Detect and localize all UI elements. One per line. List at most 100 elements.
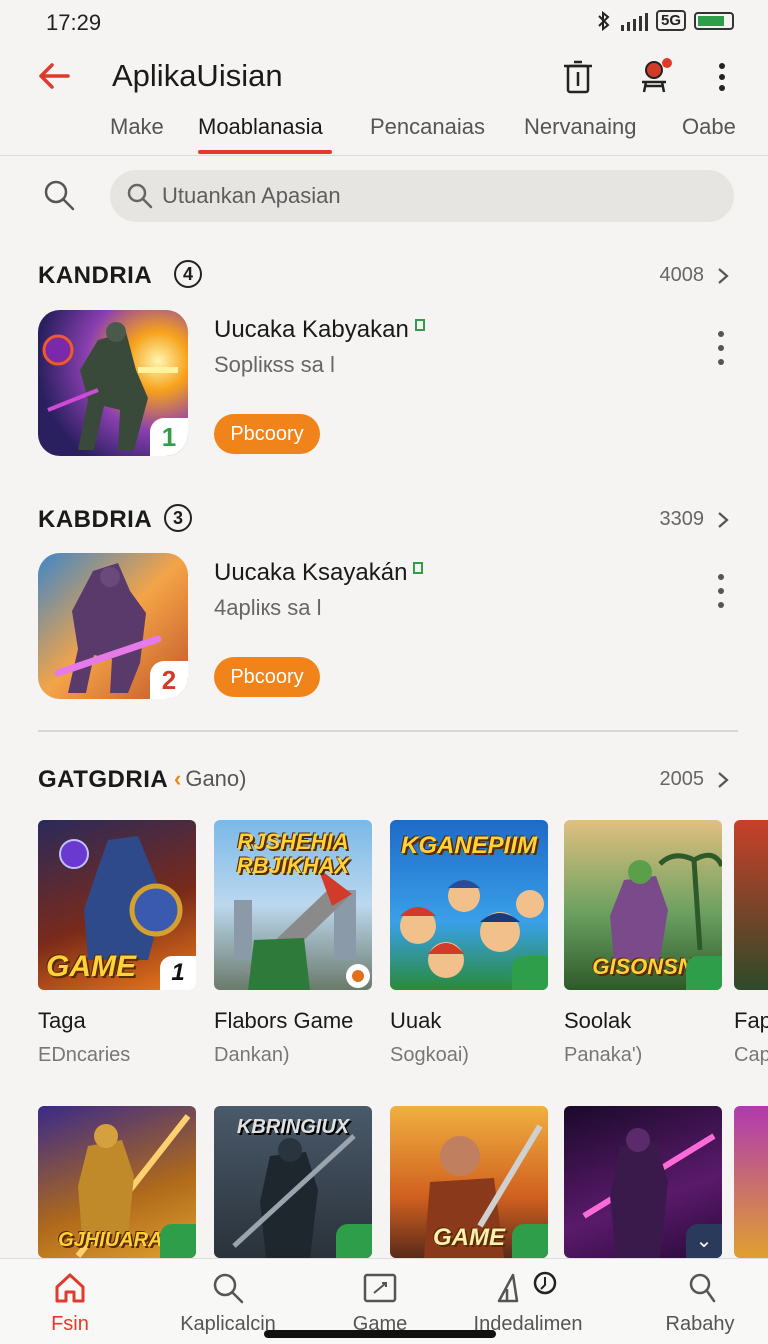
game-card[interactable]: GJHIUARAX	[38, 1106, 196, 1258]
game-card-title-art: KBRINGIUX	[236, 1116, 350, 1138]
game-card-title-art: KGANEPIIM	[400, 832, 537, 859]
rank-badge: 2	[150, 661, 188, 699]
section-subtitle: ‹ Gano)	[174, 766, 246, 792]
section-badge: 3	[164, 504, 192, 532]
chevron-right-icon[interactable]	[716, 770, 730, 790]
section-count[interactable]: 3309	[660, 508, 705, 531]
tab-bar: Make Moablanasia Pencanaias Nervanaing O…	[0, 110, 768, 156]
more-options-icon[interactable]	[716, 330, 726, 366]
nav-label: Fsin	[51, 1313, 89, 1335]
nav-profile[interactable]: Rabahy	[630, 1259, 768, 1344]
game-card-name: Soolak	[564, 1008, 632, 1033]
chevron-left-icon: ‹	[174, 766, 182, 791]
nav-label: Rabahy	[665, 1313, 735, 1335]
game-card-image[interactable]: GAME 1	[38, 820, 196, 990]
app-badge-icon	[160, 1224, 196, 1258]
game-card-image[interactable]: RJSHEHIA RBJIKHAX	[214, 820, 372, 990]
game-card-image[interactable]: KGANEPIIM	[390, 820, 548, 990]
tab-oabe[interactable]: Oabe	[682, 114, 736, 140]
home-indicator[interactable]	[264, 1330, 496, 1338]
signal-icon	[620, 11, 648, 31]
app-name-text: Uucaka Kabyakan	[214, 316, 409, 343]
section-header-kabdria: KABDRIA 3 3309	[38, 504, 730, 540]
verified-icon	[414, 319, 425, 331]
game-card-image[interactable]: GJHIUARAX	[38, 1106, 196, 1258]
search-icon	[213, 1273, 244, 1304]
game-card-name: Flabors Game	[214, 1008, 354, 1033]
rank-badge: 1	[160, 956, 196, 990]
app-name: Uucaka Kabyakan	[214, 316, 425, 344]
app-row[interactable]: 2 Uucaka Ksayakán 4apliкs sa l Pbcoory	[38, 553, 738, 701]
app-name-text: Uucaka Ksayakán	[214, 559, 408, 586]
active-tab-indicator	[198, 150, 332, 154]
app-thumbnail[interactable]: 1	[38, 310, 188, 456]
trash-icon[interactable]	[562, 60, 594, 94]
game-card-image[interactable]: ⌄	[564, 1106, 722, 1258]
home-icon	[55, 1273, 85, 1303]
bluetooth-icon	[598, 10, 610, 31]
game-card-subtitle: Panaka')	[564, 1044, 643, 1066]
game-card[interactable]: KGANEPIIM Uuak Sogkoai)	[390, 820, 548, 1067]
more-options-icon[interactable]	[712, 60, 732, 94]
section-title: GATGDRIA	[38, 766, 169, 793]
game-card-partial[interactable]: Fap Cap	[734, 820, 768, 1067]
status-bar: 17:29 5G	[0, 0, 768, 44]
game-card-image[interactable]: GAME	[390, 1106, 548, 1258]
game-card-subtitle: Sogkoai)	[390, 1044, 469, 1066]
game-card[interactable]: GISONSN Soolak Panaka')	[564, 820, 722, 1067]
search-icon[interactable]	[42, 178, 76, 212]
tab-pencanaias[interactable]: Pencanaias	[370, 114, 485, 140]
game-card-image[interactable]	[734, 1106, 768, 1258]
install-button[interactable]: Pbcoory	[214, 657, 320, 697]
page-title: AplikaUisian	[112, 58, 283, 93]
settings-badge-icon	[512, 956, 548, 990]
game-card-subtitle: Dankan)	[214, 1044, 290, 1066]
game-card[interactable]: GAME	[390, 1106, 548, 1258]
app-thumbnail[interactable]: 2	[38, 553, 188, 699]
network-label: 5G	[655, 10, 686, 31]
game-icon	[363, 1273, 397, 1303]
game-card-image[interactable]: GISONSN	[564, 820, 722, 990]
section-divider	[38, 730, 738, 732]
profile-icon	[689, 1273, 716, 1303]
verified-icon	[413, 562, 424, 574]
game-card[interactable]: GAME 1 Taga EDncaries	[38, 820, 196, 1067]
game-card-image[interactable]	[734, 820, 768, 990]
app-subtitle: Sopliкss sa l	[214, 352, 335, 377]
search-row	[0, 168, 768, 224]
app-badge-icon	[686, 956, 722, 990]
game-card[interactable]: KBRINGIUX	[214, 1106, 372, 1258]
game-card[interactable]: RJSHEHIA RBJIKHAX Flabors Game Dankan)	[214, 820, 372, 1067]
status-time: 17:29	[46, 10, 102, 35]
tab-make[interactable]: Make	[110, 114, 164, 140]
search-bar[interactable]	[110, 170, 734, 222]
back-arrow-icon[interactable]	[36, 58, 72, 94]
tab-moablanasia[interactable]: Moablanasia	[198, 114, 323, 140]
section-count[interactable]: 2005	[660, 768, 705, 791]
section-badge: 4	[174, 260, 202, 288]
game-card-name: Taga	[38, 1008, 86, 1033]
app-bar: AplikaUisian	[0, 44, 768, 110]
search-input[interactable]	[162, 170, 722, 222]
section-count[interactable]: 4008	[660, 264, 705, 287]
nav-home[interactable]: Fsin	[0, 1259, 140, 1344]
chevron-right-icon[interactable]	[716, 510, 730, 530]
install-button[interactable]: Pbcoory	[214, 414, 320, 454]
profile-notification-icon[interactable]	[636, 56, 676, 96]
chevron-down-icon[interactable]: ⌄	[686, 1224, 722, 1258]
tab-nervanaing[interactable]: Nervanaing	[524, 114, 637, 140]
more-options-icon[interactable]	[716, 573, 726, 609]
game-card-subtitle: Cap	[734, 1044, 768, 1066]
rank-badge: 1	[150, 418, 188, 456]
section-header-games: GATGDRIA ‹ Gano) 2005	[38, 764, 730, 800]
game-card[interactable]: ⌄	[564, 1106, 722, 1258]
section-subtitle-text: Gano)	[185, 766, 247, 791]
game-card-image[interactable]: KBRINGIUX	[214, 1106, 372, 1258]
chevron-right-icon[interactable]	[716, 266, 730, 286]
app-row[interactable]: 1 Uucaka Kabyakan Sopliкss sa l Pbcoory	[38, 310, 738, 458]
search-field-icon	[127, 183, 153, 209]
charts-icon	[497, 1271, 557, 1303]
game-card-partial[interactable]	[734, 1106, 768, 1258]
section-title: KABDRIA	[38, 506, 153, 533]
section-header-kandria: KANDRIA 4 4008	[38, 260, 730, 296]
